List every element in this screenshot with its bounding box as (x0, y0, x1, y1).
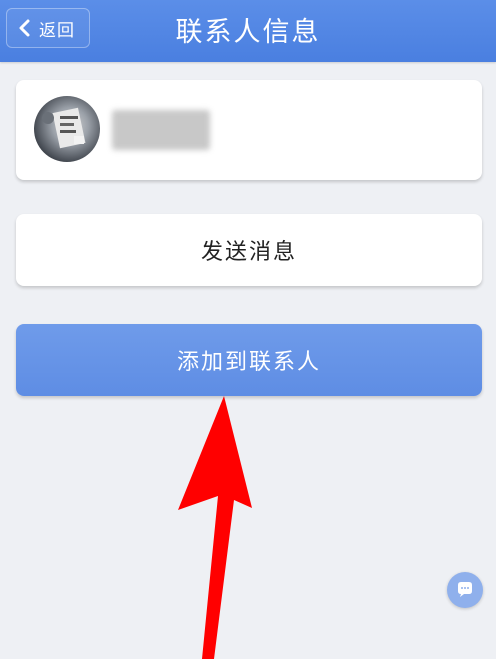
floating-chat-button[interactable] (447, 572, 483, 608)
add-to-contacts-button[interactable]: 添加到联系人 (16, 324, 482, 396)
chat-bubble-icon (458, 582, 472, 597)
avatar-image (42, 107, 86, 149)
avatar[interactable] (34, 96, 100, 162)
send-message-button[interactable]: 发送消息 (16, 214, 482, 286)
add-to-contacts-label: 添加到联系人 (176, 350, 321, 375)
send-message-label: 发送消息 (200, 240, 297, 265)
contact-name-redacted (112, 110, 210, 150)
page-title: 联系人信息 (175, 17, 321, 48)
contact-profile-card (16, 80, 482, 180)
top-nav-bar: 返回 联系人信息 (0, 0, 496, 62)
